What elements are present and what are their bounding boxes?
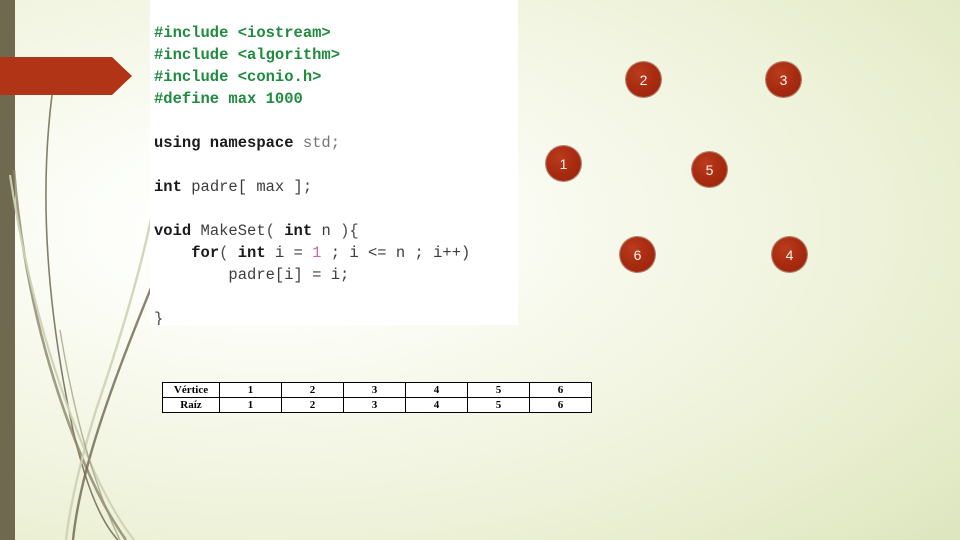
table-cell: 6	[529, 382, 592, 398]
table-cell: 6	[529, 397, 592, 413]
vertex-root-table: Vértice 1 2 3 4 5 6 Raíz 1 2 3 4 5 6	[162, 382, 592, 413]
code-token: padre[i] = i;	[154, 266, 350, 284]
code-line: void MakeSet( int n ){	[150, 220, 470, 242]
table-cell: 3	[343, 382, 406, 398]
table-cell: 5	[467, 397, 530, 413]
graph-node-2[interactable]: 2	[626, 62, 661, 97]
graph-node-label: 4	[785, 246, 794, 263]
code-line: padre[i] = i;	[150, 264, 470, 286]
table-row: Raíz 1 2 3 4 5 6	[162, 397, 592, 413]
code-line: #define max 1000	[150, 88, 470, 110]
code-token: int	[237, 244, 275, 262]
code-token: (	[265, 222, 285, 240]
graph-node-label: 6	[633, 246, 642, 263]
code-token: MakeSet	[200, 222, 266, 240]
table-cell: 4	[405, 382, 468, 398]
code-line: for( int i = 1 ; i <= n ; i++)	[150, 242, 470, 264]
code-token: #define max 1000	[154, 90, 303, 108]
code-token: i =	[274, 244, 313, 262]
code-token: int	[284, 222, 322, 240]
code-line: #include <conio.h>	[150, 66, 470, 88]
code-token: #include	[154, 46, 238, 64]
graph-node-label: 1	[559, 155, 568, 172]
table-row-header: Vértice	[162, 382, 220, 398]
code-token: std;	[302, 134, 341, 152]
table-cell: 1	[219, 382, 282, 398]
code-token: padre[ max ];	[191, 178, 313, 196]
code-line: using namespace std;	[150, 132, 470, 154]
code-line	[150, 286, 470, 308]
graph-node-3[interactable]: 3	[766, 62, 801, 97]
graph-node-6[interactable]: 6	[620, 237, 655, 272]
table-cell: 2	[281, 382, 344, 398]
code-token: }	[154, 310, 164, 325]
code-token: #include	[154, 24, 238, 42]
code-token: #include	[154, 68, 238, 86]
red-arrow-banner	[0, 57, 132, 95]
code-token: int	[154, 178, 192, 196]
code-line: #include <algorithm>	[150, 44, 470, 66]
code-line	[150, 198, 470, 220]
code-token: for	[191, 244, 220, 262]
graph-node-label: 3	[779, 71, 788, 88]
code-token: ; i <= n ; i++)	[321, 244, 471, 262]
code-token: (	[219, 244, 238, 262]
code-snippet-panel: #include <iostream> #include <algorithm> #…	[150, 0, 518, 325]
table-cell: 1	[219, 397, 282, 413]
table-cell: 2	[281, 397, 344, 413]
code-token: ){	[340, 222, 359, 240]
graph-node-5[interactable]: 5	[692, 152, 727, 187]
table-row-header: Raíz	[162, 397, 220, 413]
code-token: <iostream>	[237, 24, 331, 42]
table-cell: 5	[467, 382, 530, 398]
code-line	[150, 110, 470, 132]
code-line: #include <iostream>	[150, 22, 470, 44]
table-cell: 4	[405, 397, 468, 413]
code-line: }	[150, 308, 470, 325]
code-token: using namespace	[154, 134, 303, 152]
code-token: <conio.h>	[237, 68, 322, 86]
graph-node-label: 5	[705, 161, 714, 178]
code-token: n	[321, 222, 341, 240]
code-line: int padre[ max ];	[150, 176, 470, 198]
code-line	[150, 154, 470, 176]
code-text: #include <iostream> #include <algorithm> #…	[150, 22, 470, 325]
table-cell: 3	[343, 397, 406, 413]
code-token: void	[154, 222, 201, 240]
graph-node-4[interactable]: 4	[772, 237, 807, 272]
code-token: <algorithm>	[237, 46, 341, 64]
slide-canvas: #include <iostream> #include <algorithm> #…	[0, 0, 960, 540]
table-row: Vértice 1 2 3 4 5 6	[162, 382, 592, 398]
graph-node-1[interactable]: 1	[546, 146, 581, 181]
graph-node-label: 2	[639, 71, 648, 88]
